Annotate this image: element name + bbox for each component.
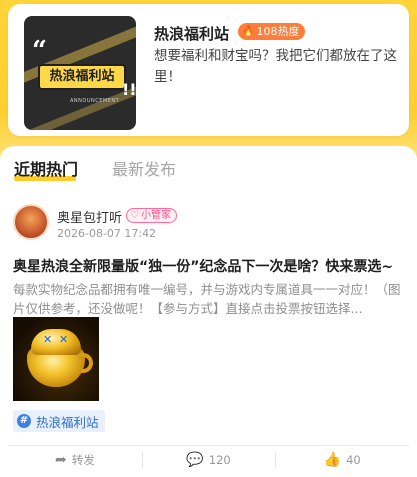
cup-eye-icon: ✕	[59, 333, 69, 346]
share-button[interactable]: ➦ 转发	[8, 447, 142, 473]
board-description: 想要福利和财宝吗？我把它们都放在了这里！	[154, 48, 397, 85]
tab-latest[interactable]: 最新发布	[112, 160, 176, 180]
like-button[interactable]: 👍 40	[275, 447, 409, 473]
exclamation-icon: !!	[122, 80, 136, 99]
thumbs-up-icon: 👍	[323, 452, 342, 468]
cup-handle	[81, 353, 93, 373]
board-cover-image: “ 热浪福利站 !! ANNOUNCEMENT	[24, 16, 136, 130]
quote-icon: “	[32, 36, 47, 66]
role-badge: ♡ 小管家	[126, 208, 177, 223]
heat-badge-text: 108热度	[256, 25, 300, 38]
post-action-bar: ➦ 转发 💬 120 👍 40	[8, 445, 409, 473]
cover-label: 热浪福利站	[38, 64, 126, 90]
comment-count: 120	[208, 453, 231, 467]
hashtag-icon: #	[17, 414, 31, 428]
tab-recent-hot[interactable]: 近期热门	[14, 160, 79, 181]
board-info-card[interactable]: “ 热浪福利站 !! ANNOUNCEMENT 热浪福利站 🔥 108热度 想要…	[8, 4, 409, 136]
tab-label: 最新发布	[112, 160, 177, 179]
comment-button[interactable]: 💬 120	[141, 447, 276, 473]
role-badge-text: 小管家	[140, 210, 171, 221]
comment-icon: 💬	[186, 452, 204, 468]
topic-tag-label: 热浪福利站	[36, 414, 99, 430]
flame-icon: 🔥	[242, 26, 255, 37]
author-name[interactable]: 奥星包打听	[57, 207, 122, 226]
cup-lid	[31, 329, 81, 355]
board-title: 热浪福利站	[154, 25, 230, 43]
board-header: “ 热浪福利站 !! ANNOUNCEMENT 热浪福利站 🔥 108热度 想要…	[0, 0, 417, 160]
share-label: 转发	[71, 453, 95, 467]
topic-tag[interactable]: # 热浪福利站	[13, 410, 105, 432]
role-badge-icon: ♡	[130, 210, 139, 221]
post-timestamp: 2026-08-07 17:42	[57, 227, 157, 240]
post-feed: 近期热门 最新发布 奥星包打听 ♡ 小管家 2026-08-07 17:42 奥…	[0, 146, 417, 477]
share-icon: ➦	[54, 452, 67, 468]
post-excerpt[interactable]: 每款实物纪念品都拥有唯一编号，并与游戏内专属道具一一对应！（图片仅供参考，还没做…	[13, 280, 405, 318]
heat-badge: 🔥 108热度	[238, 23, 306, 40]
like-count: 40	[346, 453, 361, 467]
post-title[interactable]: 奥星热浪全新限量版“独一份”纪念品下一次是啥？快来票选~	[13, 256, 413, 276]
cover-subtext: ANNOUNCEMENT	[70, 98, 120, 104]
cup-eye-icon: ✕	[43, 333, 53, 346]
golden-cup-image[interactable]: ✕ ✕	[13, 317, 99, 401]
avatar[interactable]	[13, 204, 49, 240]
tab-label: 近期热门	[14, 160, 79, 179]
